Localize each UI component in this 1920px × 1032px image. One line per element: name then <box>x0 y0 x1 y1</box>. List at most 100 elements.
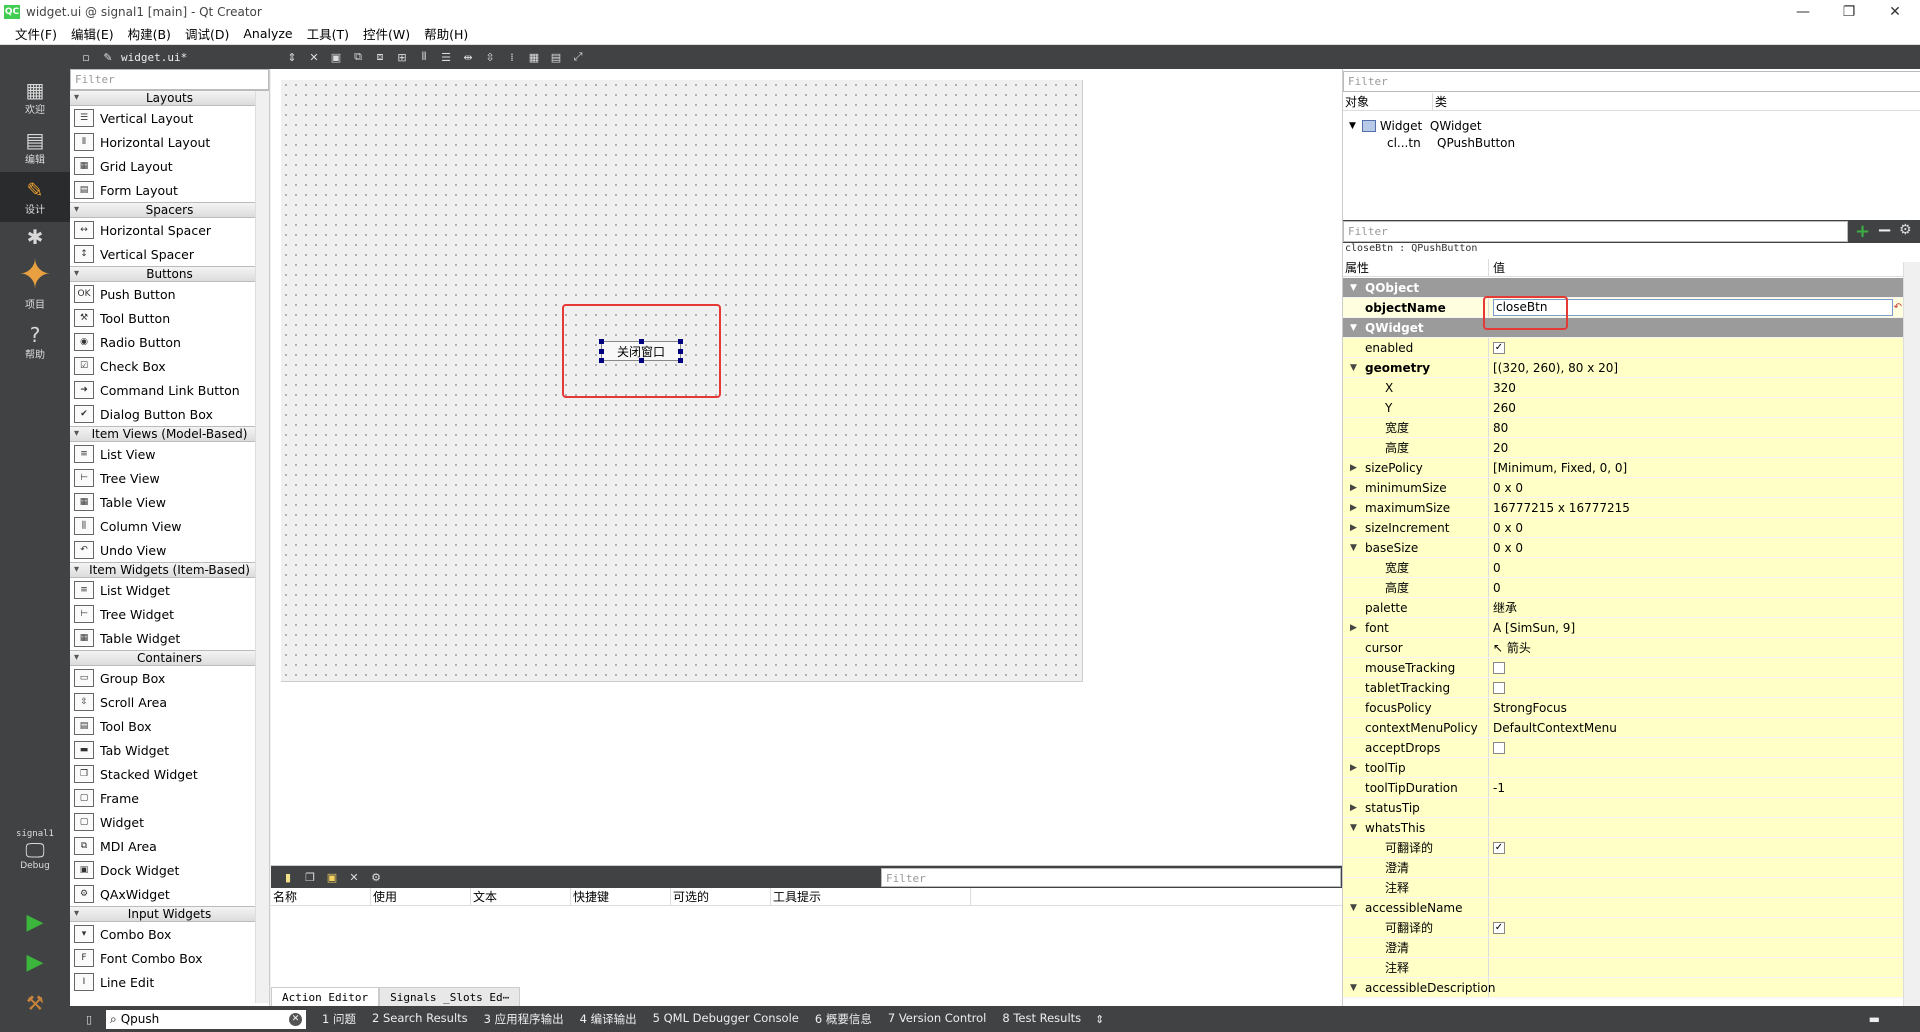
column-header[interactable]: 类 <box>1433 93 1447 110</box>
collapse-arrow-icon[interactable]: ▼ <box>1350 903 1357 913</box>
widget-box-item[interactable]: ▣ Dock Widget <box>70 858 269 882</box>
property-value[interactable]: ✓ <box>1489 918 1904 937</box>
widget-box-item[interactable]: ↔ Horizontal Spacer <box>70 218 269 242</box>
property-value[interactable]: [(320, 260), 80 x 20] <box>1489 358 1904 377</box>
property-row[interactable]: cursor ↖ 箭头 <box>1343 638 1904 658</box>
column-header[interactable]: 名称 <box>271 888 371 905</box>
collapse-arrow-icon[interactable]: ▼ <box>1350 283 1357 293</box>
clear-icon[interactable]: ✕ <box>289 1012 302 1026</box>
property-row[interactable]: ▶ font A [SimSun, 9] <box>1343 618 1904 638</box>
property-value[interactable] <box>1489 758 1904 777</box>
widget-category[interactable]: Buttons <box>70 266 269 282</box>
property-checkbox[interactable] <box>1493 661 1505 674</box>
widget-box-item[interactable]: ▦ Grid Layout <box>70 154 269 178</box>
property-checkbox[interactable]: ✓ <box>1493 341 1505 354</box>
maximize-icon[interactable]: ❐ <box>1826 0 1872 23</box>
output-pane-button[interactable]: 6 概要信息 <box>815 1011 872 1027</box>
property-checkbox[interactable] <box>1493 741 1505 754</box>
expand-arrow-icon[interactable]: ▶ <box>1350 623 1357 633</box>
property-value[interactable] <box>1489 898 1904 917</box>
output-pane-button[interactable]: 7 Version Control <box>888 1011 987 1027</box>
menu-build[interactable]: 构建(B) <box>121 24 178 43</box>
mode-debug[interactable]: ✱ <box>0 222 70 252</box>
widget-box-item[interactable]: ▦ Table View <box>70 490 269 514</box>
widget-category[interactable]: Item Widgets (Item-Based) <box>70 562 269 578</box>
property-row[interactable]: ▼ baseSize 0 x 0 <box>1343 538 1904 558</box>
widget-box-item[interactable]: ▦ Table Widget <box>70 626 269 650</box>
property-value[interactable]: 0 <box>1489 578 1904 597</box>
menu-debug[interactable]: 调试(D) <box>178 24 236 43</box>
open-file-name[interactable]: widget.ui* <box>121 51 281 64</box>
delete-action-icon[interactable]: ✕ <box>346 869 362 885</box>
property-value[interactable]: 0 x 0 <box>1489 478 1904 497</box>
property-row[interactable]: 宽度 0 <box>1343 558 1904 578</box>
property-value[interactable]: 0 x 0 <box>1489 518 1904 537</box>
widget-box-item[interactable]: ⊢ Tree View <box>70 466 269 490</box>
column-header[interactable]: 对象 <box>1343 93 1433 110</box>
property-value[interactable] <box>1489 958 1904 977</box>
mode-edit[interactable]: ▤ 编辑 <box>0 122 70 172</box>
property-row[interactable]: toolTipDuration -1 <box>1343 778 1904 798</box>
property-value[interactable] <box>1489 798 1904 817</box>
copy-action-icon[interactable]: ❐ <box>302 869 318 885</box>
property-row[interactable]: ▼ QWidget <box>1343 318 1904 338</box>
property-checkbox[interactable]: ✓ <box>1493 921 1505 934</box>
object-filter-input[interactable]: Filter <box>1343 71 1920 92</box>
property-row[interactable]: ▶ sizeIncrement 0 x 0 <box>1343 518 1904 538</box>
tree-row-widget[interactable]: ▼ Widget QWidget <box>1349 117 1482 134</box>
layout-splitter-v-icon[interactable]: ⇳ <box>482 49 498 65</box>
property-value[interactable]: 80 <box>1489 418 1904 437</box>
property-value[interactable]: 0 <box>1489 558 1904 577</box>
mode-help[interactable]: ? 帮助 <box>0 317 70 367</box>
edit-tab-order-icon[interactable]: ⊞ <box>394 49 410 65</box>
widget-box-item[interactable]: ➜ Command Link Button <box>70 378 269 402</box>
menu-tools[interactable]: 工具(T) <box>300 24 356 43</box>
widget-category[interactable]: Layouts <box>70 90 269 106</box>
property-value[interactable]: ✓ <box>1489 338 1904 357</box>
output-pane-button[interactable]: 5 QML Debugger Console <box>653 1011 799 1027</box>
property-row[interactable]: 可翻译的 ✓ <box>1343 838 1904 858</box>
widget-box-item[interactable]: ⚙ QAxWidget <box>70 882 269 906</box>
collapse-arrow-icon[interactable]: ▼ <box>1350 323 1357 333</box>
widget-box-scrollbar[interactable] <box>255 91 269 1003</box>
widget-category[interactable]: Spacers <box>70 202 269 218</box>
widget-box-item[interactable]: ↶ Undo View <box>70 538 269 562</box>
layout-splitter-h-icon[interactable]: ⇹ <box>460 49 476 65</box>
collapse-arrow-icon[interactable]: ▼ <box>1350 823 1357 833</box>
collapse-arrow-icon[interactable]: ▼ <box>1350 543 1357 553</box>
widget-filter-input[interactable]: Filter <box>70 69 269 90</box>
widget-box-item[interactable]: ⧉ MDI Area <box>70 834 269 858</box>
property-value[interactable]: -1 <box>1489 778 1904 797</box>
locator-input[interactable]: ⌕ Qpush ✕ <box>106 1009 306 1029</box>
widget-box-item[interactable]: ≡ List View <box>70 442 269 466</box>
property-value[interactable] <box>1489 678 1904 697</box>
property-row[interactable]: ▼ accessibleDescription <box>1343 978 1904 998</box>
widget-box-item[interactable]: ⫼ Column View <box>70 514 269 538</box>
layout-vertical-icon[interactable]: ☰ <box>438 49 454 65</box>
widget-box-item[interactable]: ▤ Form Layout <box>70 178 269 202</box>
add-dynamic-property-icon[interactable]: + <box>1855 221 1870 242</box>
widget-category[interactable]: Containers <box>70 650 269 666</box>
break-layout-icon[interactable]: ▤ <box>548 49 564 65</box>
layout-horizontal-icon[interactable]: ⦀ <box>416 49 432 65</box>
mode-projects[interactable]: ✦ 项目 <box>0 252 70 312</box>
configure-icon[interactable]: ⚙ <box>1899 222 1912 238</box>
property-row[interactable]: focusPolicy StrongFocus <box>1343 698 1904 718</box>
property-value[interactable] <box>1489 878 1904 897</box>
edit-buddies-icon[interactable]: ⧈ <box>372 49 388 65</box>
widget-box-item[interactable]: ▢ Widget <box>70 810 269 834</box>
property-row[interactable]: ▶ minimumSize 0 x 0 <box>1343 478 1904 498</box>
widget-category[interactable]: Item Views (Model-Based) <box>70 426 269 442</box>
action-filter-input[interactable]: Filter <box>881 868 1341 887</box>
widget-box-item[interactable]: ⚒ Tool Button <box>70 306 269 330</box>
property-row[interactable]: contextMenuPolicy DefaultContextMenu <box>1343 718 1904 738</box>
configure-icon[interactable]: ⚙ <box>368 869 384 885</box>
widget-box-item[interactable]: ↕ Vertical Spacer <box>70 242 269 266</box>
property-row[interactable]: mouseTracking <box>1343 658 1904 678</box>
property-value[interactable]: DefaultContextMenu <box>1489 718 1904 737</box>
column-header[interactable]: 文本 <box>471 888 571 905</box>
tab-action-editor[interactable]: Action Editor <box>271 987 380 1007</box>
adjust-size-icon[interactable]: ⤢ <box>570 49 586 65</box>
expand-arrow-icon[interactable]: ▶ <box>1350 763 1357 773</box>
column-header[interactable]: 可选的 <box>671 888 771 905</box>
